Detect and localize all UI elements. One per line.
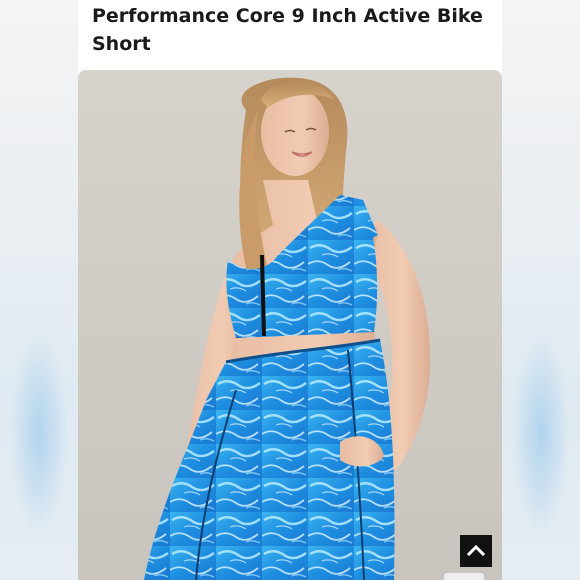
scroll-to-top-button[interactable]	[460, 535, 492, 567]
product-title: Performance Core 9 Inch Active Bike Shor…	[92, 2, 492, 58]
blurred-background-left	[0, 0, 78, 580]
carousel-indicator	[444, 573, 484, 580]
zipper-shape	[260, 254, 266, 337]
blurred-background-right	[502, 0, 580, 580]
product-title-line-2: Short	[92, 33, 151, 55]
product-photo-illustration	[144, 77, 431, 580]
product-photo[interactable]	[78, 70, 502, 580]
product-card: Performance Core 9 Inch Active Bike Shor…	[78, 0, 502, 580]
product-title-line-1: Performance Core 9 Inch Active Bike	[92, 5, 483, 27]
chevron-up-icon	[466, 544, 486, 557]
